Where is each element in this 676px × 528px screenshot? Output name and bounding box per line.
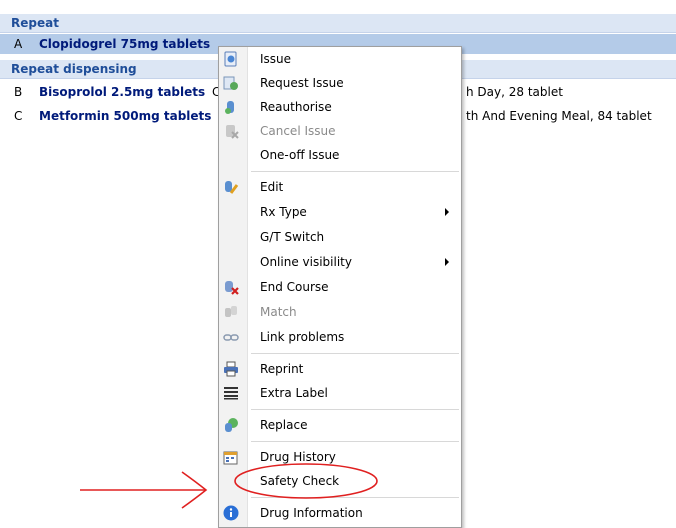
red-annotation-overlay <box>80 463 378 509</box>
annotation-circle-icon <box>234 463 378 499</box>
annotation-arrow-icon <box>80 471 208 509</box>
